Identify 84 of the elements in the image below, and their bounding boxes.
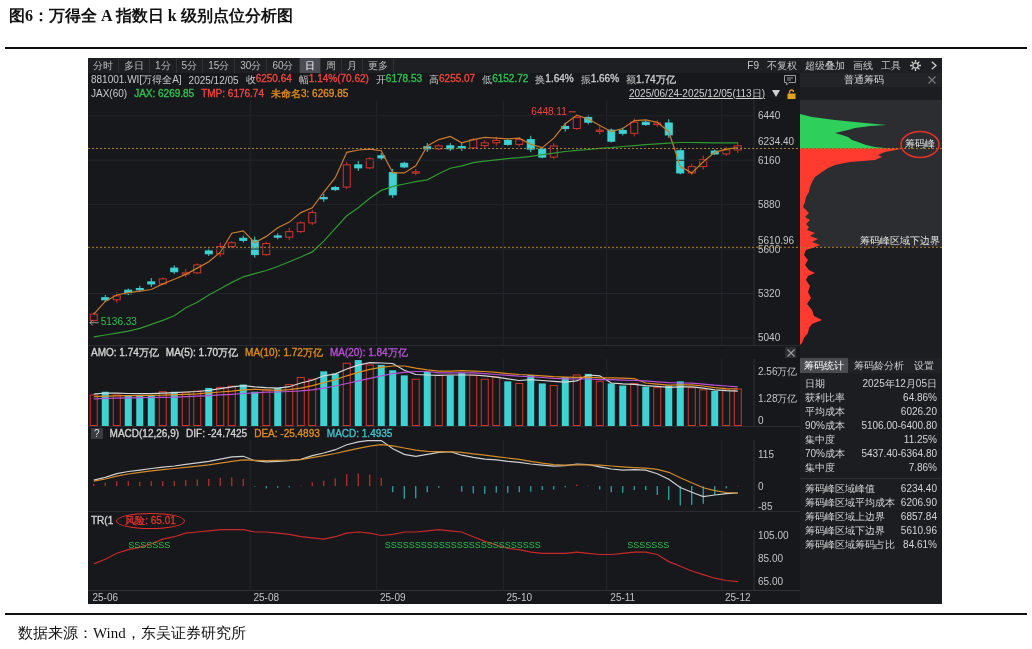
source-note: 数据来源：Wind，东吴证券研究所 — [17, 624, 247, 642]
legend-label: MA(10): 1.72万亿 — [245, 345, 323, 360]
quote-value: 1.14%(70.62) — [308, 73, 369, 84]
stat-value: 5437.40-6364.80 — [861, 447, 937, 461]
quote-value: 1.64% — [545, 73, 574, 84]
price-level-label: 6234.40 — [758, 136, 795, 148]
quote-value: 6255.07 — [439, 73, 476, 84]
quote-value: 6178.53 — [385, 73, 422, 84]
date-axis-label: 25-06 — [92, 592, 119, 603]
stat-value: 6206.90 — [900, 496, 937, 510]
legend-label: DEA: -25.4893 — [254, 428, 320, 439]
quote-label: 开 — [375, 73, 386, 87]
axis-label: -85 — [758, 500, 773, 511]
axis-label: 105.00 — [758, 529, 789, 541]
legend-label: MA(20): 1.84万亿 — [329, 345, 408, 360]
axis-label: 0 — [758, 414, 764, 426]
legend-label: AMO: 1.74万亿 — [91, 345, 159, 360]
signal-label: SSSSSSS — [627, 540, 670, 550]
legend-label: 风险: 65.01 — [125, 514, 176, 526]
axis-label: 6440 — [758, 110, 781, 122]
axis-label: 5880 — [758, 199, 781, 211]
axis-label: 0 — [758, 480, 764, 492]
legend-label: MACD: 1.4935 — [326, 428, 393, 439]
legend-label: DIF: -24.7425 — [186, 428, 248, 439]
date-axis-label: 25-11 — [610, 592, 636, 603]
legend-label: TR(1 — [91, 515, 114, 526]
axis-label: 6160 — [758, 154, 781, 166]
stat-label: 筹码峰区域下边界 — [805, 524, 885, 538]
quote-value: 1.66% — [590, 73, 620, 84]
quote-value: 1.74万亿 — [636, 73, 676, 87]
security-name: 881001.WI[万得全A] — [91, 73, 182, 87]
stat-label: 筹码峰区域上边界 — [805, 510, 885, 524]
stat-value: 7.86% — [908, 461, 937, 475]
stat-value: 64.86% — [903, 391, 937, 405]
boundary-label: 筹码峰区域下边界 — [860, 235, 940, 247]
stat-label: 90%成本 — [805, 419, 845, 433]
quote-label: 收 — [245, 73, 256, 87]
date-axis-label: 25-12 — [724, 592, 751, 603]
high-price-label: 6448.11 — [531, 105, 567, 117]
quote-label: 振 — [580, 73, 591, 87]
axis-label: 65.00 — [758, 576, 784, 588]
stat-label: 筹码峰区域峰值 — [805, 482, 875, 496]
stat-value: 6857.84 — [900, 510, 937, 524]
stat-value: 6234.40 — [900, 482, 937, 496]
stat-value: 6026.20 — [900, 405, 937, 419]
quote-date: 2025/12/05 — [188, 74, 239, 86]
quote-value: 6152.72 — [492, 73, 529, 86]
stat-label: 平均成本 — [805, 405, 845, 419]
stat-label: 70%成本 — [805, 447, 845, 461]
stat-value: 2025年12月05日 — [862, 377, 937, 391]
quote-value: 6250.64 — [255, 73, 292, 84]
date-axis-label: 25-08 — [253, 592, 280, 603]
axis-label: 115 — [758, 448, 774, 460]
stat-label: 集中度 — [805, 461, 835, 475]
stat-label: 集中度 — [805, 433, 835, 447]
indicator-value: 未命名3: 6269.85 — [271, 86, 349, 101]
stat-label: 筹码峰区域平均成本 — [805, 496, 895, 510]
stat-value: 5610.96 — [900, 524, 937, 538]
axis-label: 85.00 — [758, 552, 784, 564]
axis-label: 5320 — [758, 287, 781, 299]
axis-label: 2.56万亿 — [758, 366, 798, 378]
date-axis-label: 25-10 — [506, 592, 533, 603]
stat-label: 筹码峰区域筹码占比 — [805, 538, 895, 552]
peak-label: 筹码峰 — [905, 138, 935, 150]
legend-label: MA(5): 1.70万亿 — [165, 345, 239, 360]
quote-label: 高 — [429, 73, 439, 87]
stat-value: 11.25% — [903, 433, 937, 447]
quote-label: 换 — [535, 73, 546, 87]
quote-label: 额 — [626, 73, 637, 87]
stat-value: 5106.00-6400.80 — [861, 419, 937, 433]
stat-label: 日期 — [805, 377, 825, 391]
indicator-value: TMP: 6176.74 — [201, 88, 264, 99]
stat-label: 获利比率 — [805, 391, 845, 405]
indicator-name: JAX(60) — [91, 88, 128, 99]
indicator-value: JAX: 6269.85 — [134, 88, 195, 99]
axis-label: 5040 — [758, 332, 781, 344]
quote-label: 低 — [482, 73, 493, 87]
date-axis-label: 25-09 — [379, 592, 406, 603]
stat-value: 84.61% — [903, 538, 937, 552]
legend-label: MACD(12,26,9) — [109, 428, 180, 439]
figure-title: 图6：万得全 A 指数日 k 级别点位分析图 — [8, 6, 294, 26]
axis-label: 1.28万亿 — [758, 393, 798, 405]
quote-label: 幅 — [298, 73, 309, 87]
panel-title: 普通筹码 — [843, 73, 885, 87]
